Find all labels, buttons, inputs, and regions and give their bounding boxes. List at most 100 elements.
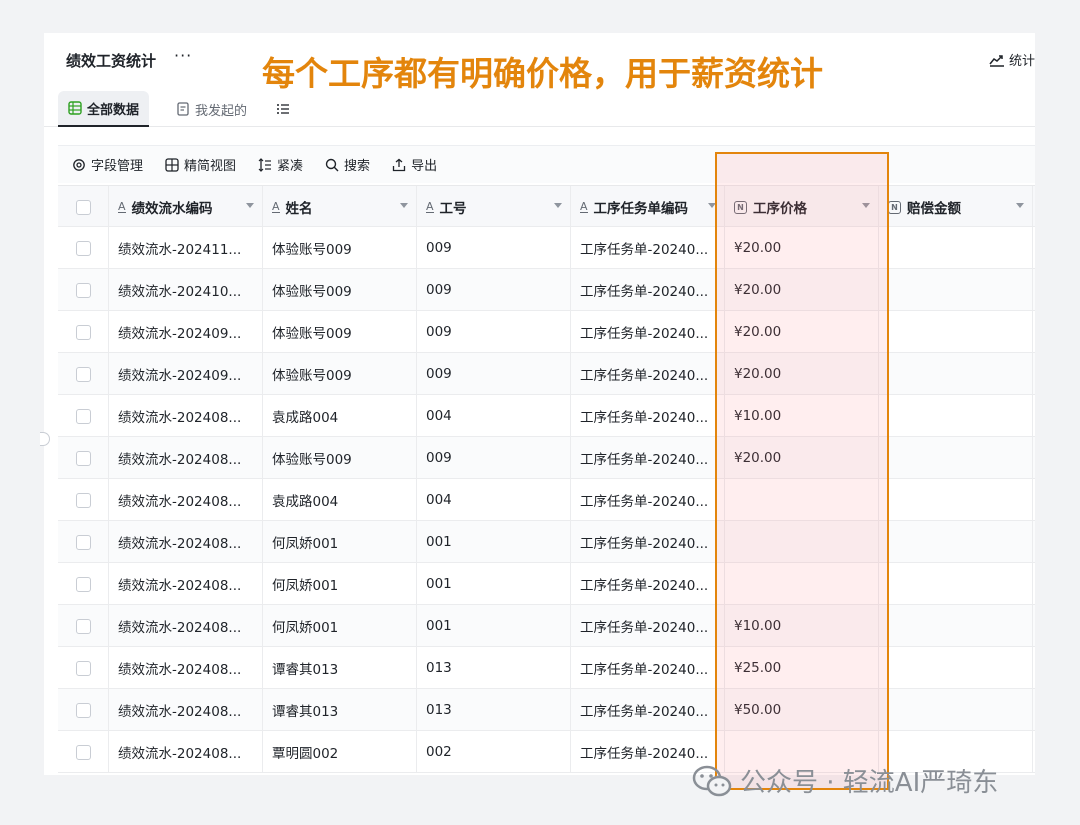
table-row[interactable]: 绩效流水-202410... 体验账号009 009 工序任务单-20240..… bbox=[58, 269, 1035, 311]
table-cell[interactable]: 工序任务单-20240... bbox=[571, 647, 725, 689]
table-cell[interactable]: ¥10.00 bbox=[725, 605, 879, 647]
table-cell[interactable]: 004 bbox=[417, 395, 571, 437]
table-row[interactable]: 绩效流水-202408... 袁成路004 004 工序任务单-20240... bbox=[58, 479, 1035, 521]
table-cell[interactable] bbox=[879, 353, 1033, 395]
table-row[interactable]: 绩效流水-202408... 袁成路004 004 工序任务单-20240...… bbox=[58, 395, 1035, 437]
chevron-down-icon[interactable] bbox=[708, 203, 716, 208]
row-select-cell[interactable] bbox=[58, 731, 109, 773]
row-checkbox[interactable] bbox=[75, 240, 91, 256]
table-cell[interactable] bbox=[879, 269, 1033, 311]
row-select-cell[interactable] bbox=[58, 563, 109, 605]
row-select-cell[interactable] bbox=[58, 227, 109, 269]
table-cell[interactable]: 袁成路004 bbox=[263, 395, 417, 437]
table-cell[interactable]: 绩效流水-202408... bbox=[109, 605, 263, 647]
row-checkbox[interactable] bbox=[75, 282, 91, 298]
row-checkbox[interactable] bbox=[75, 744, 91, 760]
column-header[interactable]: A 姓名 bbox=[263, 186, 417, 228]
table-cell[interactable]: ¥20.00 bbox=[725, 227, 879, 269]
table-cell[interactable] bbox=[879, 395, 1033, 437]
row-checkbox[interactable] bbox=[75, 324, 91, 340]
column-header[interactable]: A 绩效流水编码 bbox=[109, 186, 263, 228]
export-button[interactable]: 导出 bbox=[392, 155, 437, 174]
table-cell[interactable]: 工序任务单-20240... bbox=[571, 479, 725, 521]
table-cell[interactable]: 工序任务单-20240... bbox=[571, 227, 725, 269]
row-checkbox[interactable] bbox=[75, 408, 91, 424]
table-cell[interactable]: 009 bbox=[417, 437, 571, 479]
table-cell[interactable]: 工序任务单-20240... bbox=[571, 395, 725, 437]
table-cell[interactable] bbox=[879, 479, 1033, 521]
table-cell[interactable]: ¥20.00 bbox=[725, 437, 879, 479]
table-cell[interactable]: 绩效流水-202409... bbox=[109, 353, 263, 395]
table-cell[interactable]: 何凤娇001 bbox=[263, 563, 417, 605]
table-cell[interactable]: 013 bbox=[417, 689, 571, 731]
more-icon[interactable]: ··· bbox=[174, 46, 192, 65]
table-cell[interactable]: 013 bbox=[417, 647, 571, 689]
table-cell[interactable] bbox=[879, 311, 1033, 353]
row-checkbox[interactable] bbox=[75, 660, 91, 676]
table-cell[interactable] bbox=[725, 563, 879, 605]
table-cell[interactable]: 谭睿其013 bbox=[263, 647, 417, 689]
table-cell[interactable]: 工序任务单-20240... bbox=[571, 269, 725, 311]
table-row[interactable]: 绩效流水-202408... 何凤娇001 001 工序任务单-20240... bbox=[58, 521, 1035, 563]
table-cell[interactable]: 绩效流水-202408... bbox=[109, 521, 263, 563]
table-cell[interactable]: ¥20.00 bbox=[725, 311, 879, 353]
table-cell[interactable]: 002 bbox=[417, 731, 571, 773]
table-cell[interactable]: ¥25.00 bbox=[725, 647, 879, 689]
table-cell[interactable]: 绩效流水-202409... bbox=[109, 311, 263, 353]
table-cell[interactable]: 绩效流水-202408... bbox=[109, 437, 263, 479]
table-cell[interactable]: 001 bbox=[417, 605, 571, 647]
tab-my-initiated[interactable]: 我发起的 bbox=[166, 91, 257, 127]
table-row[interactable]: 绩效流水-202408... 体验账号009 009 工序任务单-20240..… bbox=[58, 437, 1035, 479]
table-cell[interactable]: 绩效流水-202408... bbox=[109, 563, 263, 605]
table-cell[interactable]: 009 bbox=[417, 269, 571, 311]
compact-button[interactable]: 紧凑 bbox=[258, 155, 303, 174]
row-select-cell[interactable] bbox=[58, 479, 109, 521]
column-header[interactable]: N 赔偿金额 bbox=[879, 186, 1033, 228]
table-cell[interactable]: 绩效流水-202408... bbox=[109, 731, 263, 773]
table-cell[interactable]: 绩效流水-202408... bbox=[109, 479, 263, 521]
table-row[interactable]: 绩效流水-202409... 体验账号009 009 工序任务单-20240..… bbox=[58, 353, 1035, 395]
column-header[interactable]: A 工序任务单编码 bbox=[571, 186, 725, 228]
table-cell[interactable]: 001 bbox=[417, 521, 571, 563]
table-cell[interactable]: 绩效流水-202411... bbox=[109, 227, 263, 269]
table-cell[interactable] bbox=[879, 689, 1033, 731]
table-cell[interactable]: 绩效流水-202410... bbox=[109, 269, 263, 311]
search-button[interactable]: 搜索 bbox=[325, 155, 370, 174]
table-cell[interactable]: 体验账号009 bbox=[263, 269, 417, 311]
row-select-cell[interactable] bbox=[58, 353, 109, 395]
table-cell[interactable]: 工序任务单-20240... bbox=[571, 563, 725, 605]
table-cell[interactable]: 工序任务单-20240... bbox=[571, 521, 725, 563]
row-select-cell[interactable] bbox=[58, 437, 109, 479]
table-cell[interactable]: 覃明圆002 bbox=[263, 731, 417, 773]
table-row[interactable]: 绩效流水-202408... 谭睿其013 013 工序任务单-20240...… bbox=[58, 689, 1035, 731]
table-cell[interactable]: 何凤娇001 bbox=[263, 521, 417, 563]
table-cell[interactable] bbox=[879, 227, 1033, 269]
table-cell[interactable]: ¥20.00 bbox=[725, 269, 879, 311]
table-row[interactable]: 绩效流水-202408... 何凤娇001 001 工序任务单-20240...… bbox=[58, 605, 1035, 647]
row-checkbox[interactable] bbox=[75, 492, 91, 508]
row-select-cell[interactable] bbox=[58, 521, 109, 563]
column-header[interactable]: N 工序价格 bbox=[725, 186, 879, 228]
table-cell[interactable]: 体验账号009 bbox=[263, 227, 417, 269]
table-row[interactable]: 绩效流水-202409... 体验账号009 009 工序任务单-20240..… bbox=[58, 311, 1035, 353]
row-checkbox[interactable] bbox=[75, 366, 91, 382]
table-cell[interactable]: 绩效流水-202408... bbox=[109, 647, 263, 689]
table-cell[interactable]: 工序任务单-20240... bbox=[571, 437, 725, 479]
table-cell[interactable]: 009 bbox=[417, 353, 571, 395]
chevron-down-icon[interactable] bbox=[1016, 203, 1024, 208]
table-cell[interactable]: 谭睿其013 bbox=[263, 689, 417, 731]
table-cell[interactable]: 009 bbox=[417, 311, 571, 353]
table-cell[interactable]: 体验账号009 bbox=[263, 353, 417, 395]
table-cell[interactable] bbox=[725, 479, 879, 521]
chevron-down-icon[interactable] bbox=[246, 203, 254, 208]
table-cell[interactable]: 绩效流水-202408... bbox=[109, 689, 263, 731]
table-cell[interactable] bbox=[725, 521, 879, 563]
row-select-cell[interactable] bbox=[58, 689, 109, 731]
table-cell[interactable]: ¥50.00 bbox=[725, 689, 879, 731]
table-cell[interactable]: 工序任务单-20240... bbox=[571, 353, 725, 395]
table-cell[interactable]: 何凤娇001 bbox=[263, 605, 417, 647]
table-row[interactable]: 绩效流水-202411... 体验账号009 009 工序任务单-20240..… bbox=[58, 227, 1035, 269]
chevron-down-icon[interactable] bbox=[862, 203, 870, 208]
table-cell[interactable]: 001 bbox=[417, 563, 571, 605]
table-cell[interactable]: ¥20.00 bbox=[725, 353, 879, 395]
